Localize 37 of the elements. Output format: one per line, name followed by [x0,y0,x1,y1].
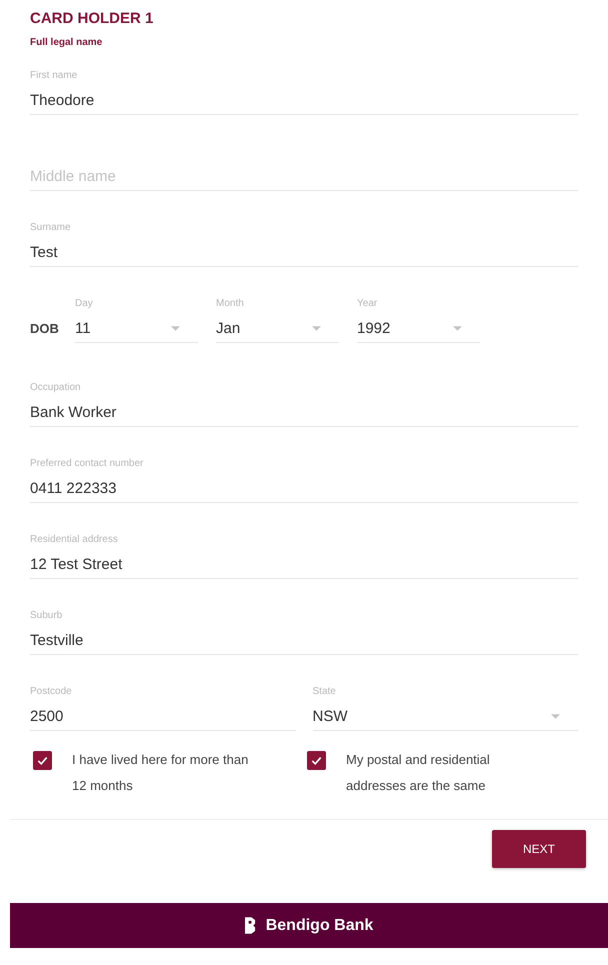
checkbox[interactable] [307,751,326,770]
text-field[interactable]: Testville [30,626,578,655]
text-field[interactable]: 12 Test Street [30,550,578,579]
field-label: Occupation [30,382,82,394]
select-field[interactable]: NSW [312,702,578,731]
field-label: First name [30,70,78,82]
section-subtitle: Full legal name [30,37,104,49]
text-field[interactable]: Theodore [30,86,578,115]
checkbox[interactable] [33,751,52,770]
select-field[interactable]: Jan [216,314,339,343]
section-title: CARD HOLDER 1 [30,10,154,28]
field-label: Preferred contact number [30,458,144,470]
field-label: Postcode [30,686,73,698]
caret-icon [312,326,321,330]
caret-icon [551,714,560,718]
caret-icon [453,326,462,330]
checkbox-label: My postal and residential addresses are the same [346,751,491,795]
text-field[interactable]: Test [30,238,578,267]
field-label: Month [216,298,245,310]
brand-name: Bendigo Bank [266,916,374,934]
field-label: DOB [30,320,59,338]
field-label: State [312,686,337,698]
select-field[interactable]: 1992 [357,314,480,343]
text-field[interactable]: Bank Worker [30,398,578,427]
checkbox-label: I have lived here for more than 12 months [72,751,250,795]
caret-icon [171,326,180,330]
field-label: Suburb [30,610,64,622]
field-label: Day [75,298,94,310]
next-button[interactable]: NEXT [492,830,586,868]
select-field[interactable]: 11 [75,314,198,343]
text-field[interactable]: 2500 [30,702,296,731]
field-label: Residential address [30,534,119,546]
logo-icon [244,917,256,934]
field-label: Year [357,298,378,310]
field-label: Surname [30,222,72,234]
text-field[interactable]: 0411 222333 [30,474,578,503]
text-field[interactable]: Middle name [30,162,578,191]
